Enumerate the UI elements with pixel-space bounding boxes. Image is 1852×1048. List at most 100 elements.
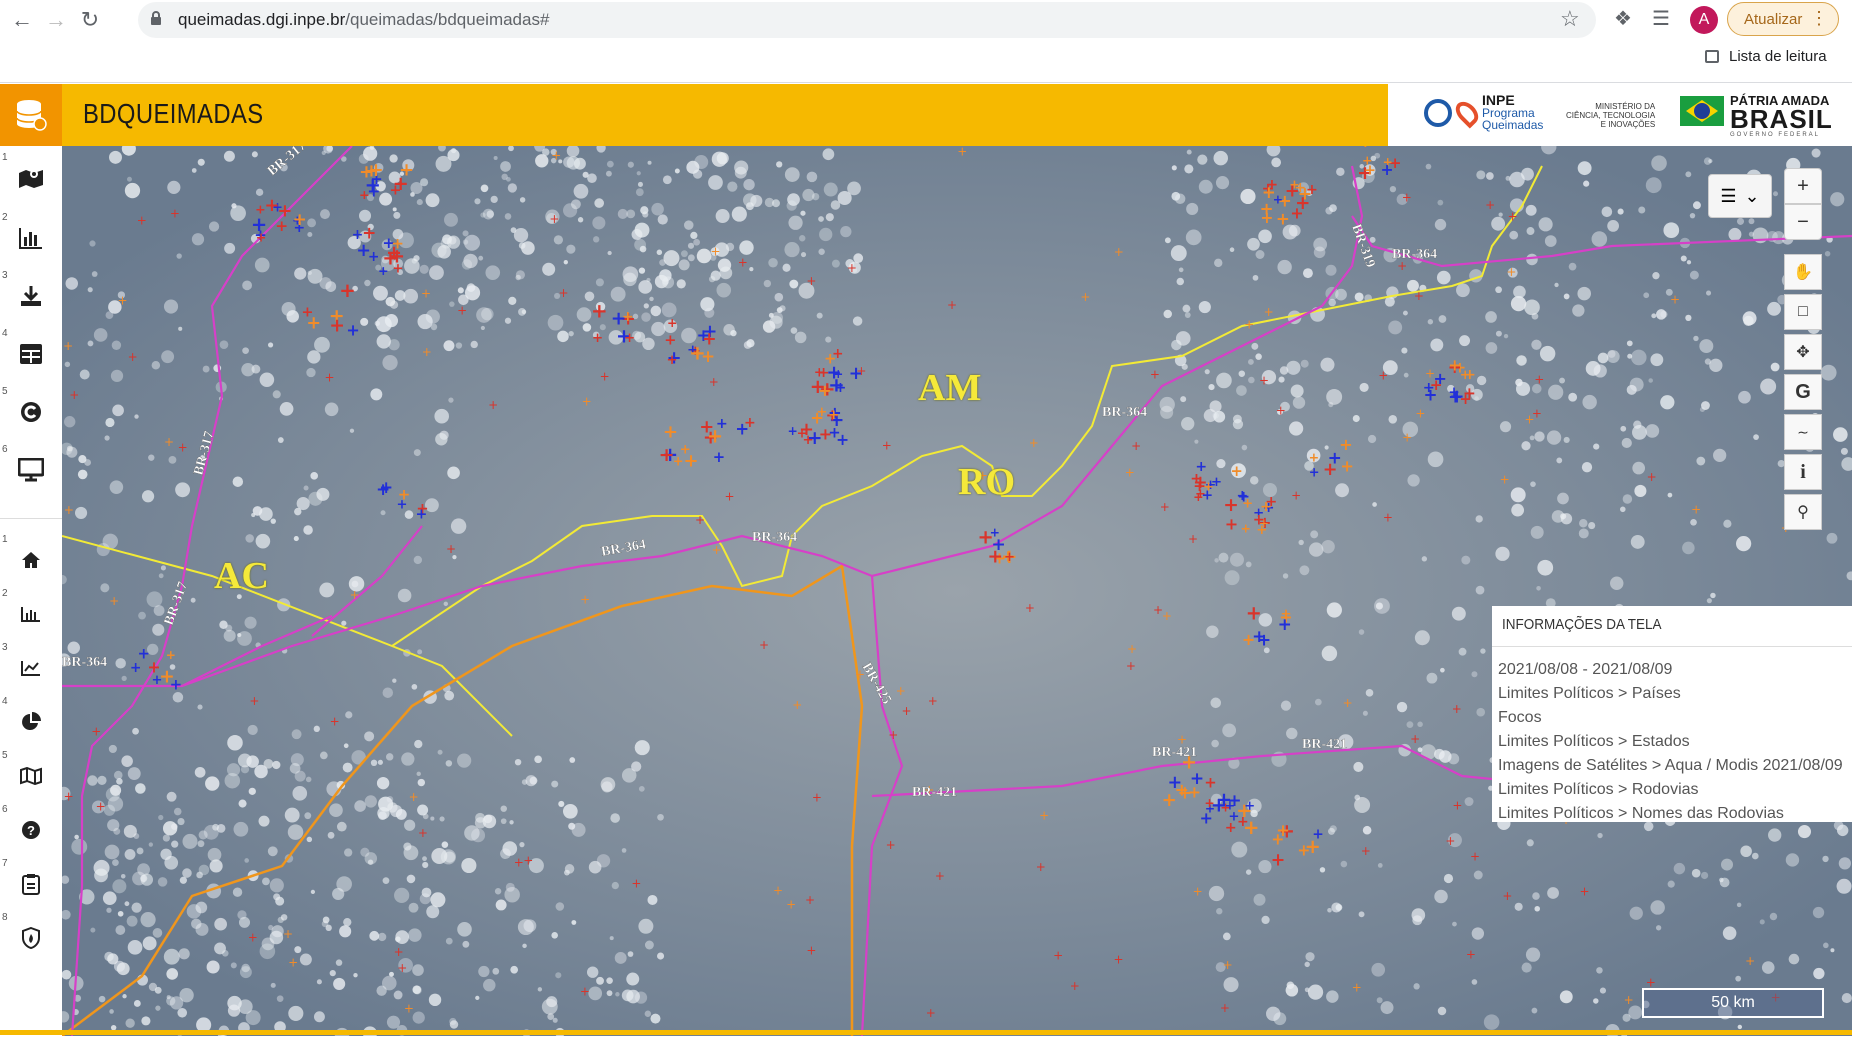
profile-avatar[interactable]: A	[1690, 6, 1718, 34]
cloud-puff	[481, 307, 494, 321]
move-icon[interactable]: ✥	[1784, 334, 1822, 370]
cloud-puff	[502, 841, 518, 856]
fire-hotspot-marker: +	[397, 961, 407, 975]
cloud-puff	[483, 978, 496, 992]
cloud-puff	[493, 155, 498, 160]
back-arrow-icon[interactable]: ←	[6, 4, 38, 36]
cloud-puff	[617, 208, 628, 220]
fire-hotspot-marker: +	[709, 375, 719, 389]
cloud-puff	[345, 711, 353, 719]
cloud-puff	[1170, 245, 1187, 262]
fire-hotspot-marker: +	[1500, 473, 1510, 487]
reload-icon[interactable]: ↻	[74, 4, 106, 36]
cloud-puff	[1438, 750, 1452, 763]
cloud-puff	[537, 987, 543, 992]
update-button[interactable]: Atualizar ⋮	[1727, 2, 1839, 36]
sidebar-item-fire[interactable]: 8	[0, 910, 62, 966]
cloud-puff	[1302, 268, 1313, 279]
cloud-puff	[1812, 906, 1825, 919]
cloud-puff	[1686, 260, 1692, 265]
forward-arrow-icon[interactable]: →	[40, 4, 72, 36]
cloud-puff	[305, 776, 312, 783]
sidebar-item-charts[interactable]: 2	[0, 210, 62, 266]
cloud-puff	[158, 814, 164, 821]
cloud-puff	[314, 336, 330, 353]
cloud-puff	[555, 902, 565, 911]
fire-hotspot-marker: +	[1410, 732, 1420, 746]
cloud-puff	[1503, 333, 1509, 339]
cloud-puff	[1471, 979, 1478, 985]
extensions-icon[interactable]: ❖	[1614, 6, 1632, 31]
cloud-puff	[306, 836, 313, 843]
fire-hotspot-marker: +	[170, 676, 183, 694]
pan-hand-icon[interactable]: ✋	[1784, 254, 1822, 290]
brand-logos: INPE Programa Queimadas MINISTÉRIO DA CIÊNC…	[1388, 84, 1852, 146]
fire-hotspot-marker: +	[786, 897, 796, 911]
sidebar-item-refresh[interactable]: 5	[0, 384, 62, 440]
crop-icon[interactable]: □	[1784, 294, 1822, 330]
cloud-puff	[635, 188, 644, 197]
graph-icon[interactable]: ∼	[1784, 414, 1822, 450]
cloud-puff	[1634, 484, 1647, 497]
fire-hotspot-marker: +	[283, 927, 293, 941]
sidebar-item-help[interactable]: 6 ?	[0, 802, 62, 858]
reading-list-button[interactable]: Lista de leitura	[1705, 48, 1827, 65]
layer-list-dropdown[interactable]: ☰ ⌄	[1708, 174, 1772, 218]
sidebar-item-table[interactable]: 4	[0, 326, 62, 382]
cloud-puff	[500, 805, 507, 812]
zoom-out-button[interactable]: −	[1784, 204, 1822, 240]
cloud-puff	[1607, 220, 1620, 232]
sidebar-item-home[interactable]: 1	[0, 532, 62, 588]
zoom-in-button[interactable]: +	[1784, 168, 1822, 204]
fire-hotspot-marker: +	[409, 790, 419, 804]
cloud-puff	[596, 976, 604, 985]
cloud-puff	[1601, 206, 1613, 218]
cloud-puff	[637, 181, 643, 187]
cloud-puff	[1638, 206, 1646, 214]
sidebar-item-line-stats[interactable]: 3	[0, 640, 62, 696]
sidebar-item-map[interactable]: 1	[0, 150, 62, 206]
url-text[interactable]: queimadas.dgi.inpe.br/queimadas/bdqueima…	[178, 10, 549, 30]
cloud-puff	[403, 288, 419, 304]
fire-hotspot-marker: +	[664, 332, 676, 348]
sidebar-item-monitor[interactable]: 6	[0, 442, 62, 498]
zoom-box-icon[interactable]: ⚲	[1784, 494, 1822, 530]
cloud-puff	[749, 266, 754, 272]
sidebar-item-clipboard[interactable]: 7	[0, 856, 62, 912]
cloud-puff	[173, 807, 182, 816]
sidebar-item-pie-stats[interactable]: 4	[0, 694, 62, 750]
sidebar-item-map-layers[interactable]: 5	[0, 748, 62, 804]
cloud-puff	[1292, 396, 1306, 409]
cloud-puff	[74, 506, 88, 520]
cloud-puff	[319, 751, 328, 760]
cloud-puff	[1655, 925, 1662, 931]
map-canvas[interactable]: + + + + + + + + + + + + + + + + + + + + + + + + + + + + + + + + + + + + + + + +…	[62, 146, 1852, 1036]
cloud-puff	[1830, 948, 1835, 953]
refresh-icon	[21, 402, 41, 422]
cloud-puff	[611, 881, 619, 890]
cloud-puff	[182, 833, 198, 849]
fire-hotspot-marker: +	[624, 331, 635, 346]
media-control-icon[interactable]: ☰	[1652, 6, 1670, 31]
fire-shield-icon	[22, 927, 40, 949]
cloud-puff	[1521, 962, 1532, 973]
cloud-puff	[171, 840, 179, 848]
fire-hotspot-marker: +	[1225, 798, 1236, 813]
bookmark-star-icon[interactable]: ☆	[1560, 6, 1580, 32]
cloud-puff	[1628, 1005, 1643, 1020]
cloud-puff	[504, 887, 520, 903]
sidebar-item-download[interactable]: 3	[0, 268, 62, 324]
fire-hotspot-marker: +	[888, 728, 898, 742]
cloud-puff	[1531, 1007, 1538, 1014]
cloud-puff	[1331, 902, 1342, 913]
database-fire-icon[interactable]	[0, 84, 62, 146]
cloud-puff	[566, 156, 581, 170]
cloud-puff	[1728, 227, 1742, 241]
google-icon[interactable]: G	[1784, 374, 1822, 410]
sidebar-item-bar-stats[interactable]: 2	[0, 586, 62, 642]
cloud-puff	[1194, 439, 1199, 444]
info-icon[interactable]: i	[1784, 454, 1822, 490]
svg-text:?: ?	[27, 823, 35, 838]
cloud-puff	[267, 342, 274, 348]
cloud-puff	[1648, 378, 1653, 383]
